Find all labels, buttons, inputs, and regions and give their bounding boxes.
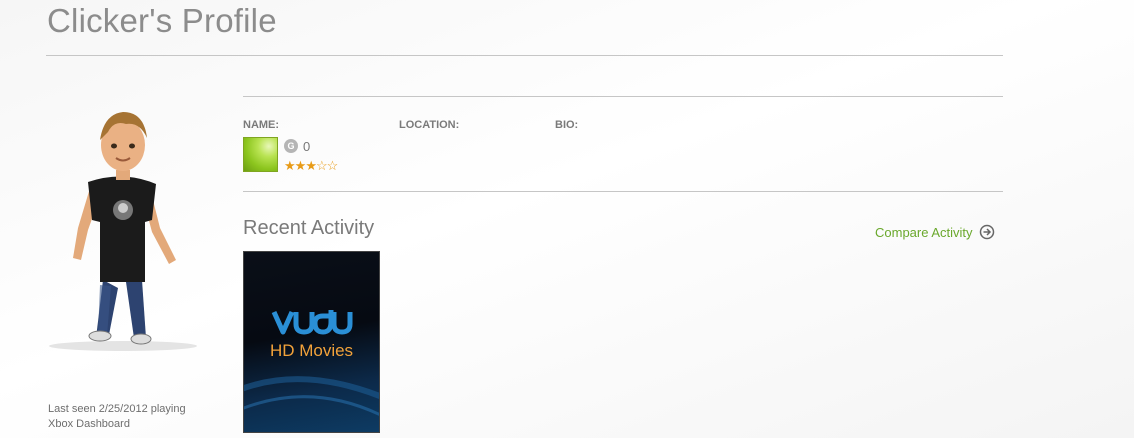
last-seen-status: Last seen 2/25/2012 playing Xbox Dashboa… <box>48 402 218 432</box>
vudu-logo-icon <box>271 310 353 335</box>
name-label: NAME: <box>243 119 280 131</box>
star-filled-icon: ★ <box>284 158 296 173</box>
profile-divider-top <box>243 96 1003 97</box>
gamerscore-value: 0 <box>303 139 311 154</box>
title-divider <box>46 55 1003 56</box>
avatar[interactable] <box>48 110 198 355</box>
activity-tile[interactable]: HD Movies <box>243 251 380 433</box>
last-seen-title: Xbox Dashboard <box>48 418 130 430</box>
gamerscore-icon: G <box>284 139 298 153</box>
star-empty-icon: ☆ <box>315 158 328 173</box>
gamerpic[interactable] <box>243 137 278 172</box>
location-label: LOCATION: <box>399 119 460 131</box>
compare-activity-label: Compare Activity <box>875 224 973 240</box>
last-seen-text: Last seen 2/25/2012 playing <box>48 403 186 415</box>
reputation-stars: ★★★☆☆ <box>284 157 339 175</box>
star-filled-icon: ★ <box>294 158 307 173</box>
compare-activity-link[interactable]: Compare Activity <box>875 224 995 240</box>
star-filled-icon: ★ <box>305 158 317 173</box>
page-title: Clicker's Profile <box>47 2 277 39</box>
tile-subtitle: HD Movies <box>269 341 354 360</box>
star-empty-icon: ☆ <box>326 158 339 173</box>
arrow-circle-right-icon <box>979 224 994 240</box>
recent-activity-heading: Recent Activity <box>243 217 375 239</box>
bio-label: BIO: <box>555 119 579 131</box>
profile-divider-bottom <box>243 191 1003 192</box>
